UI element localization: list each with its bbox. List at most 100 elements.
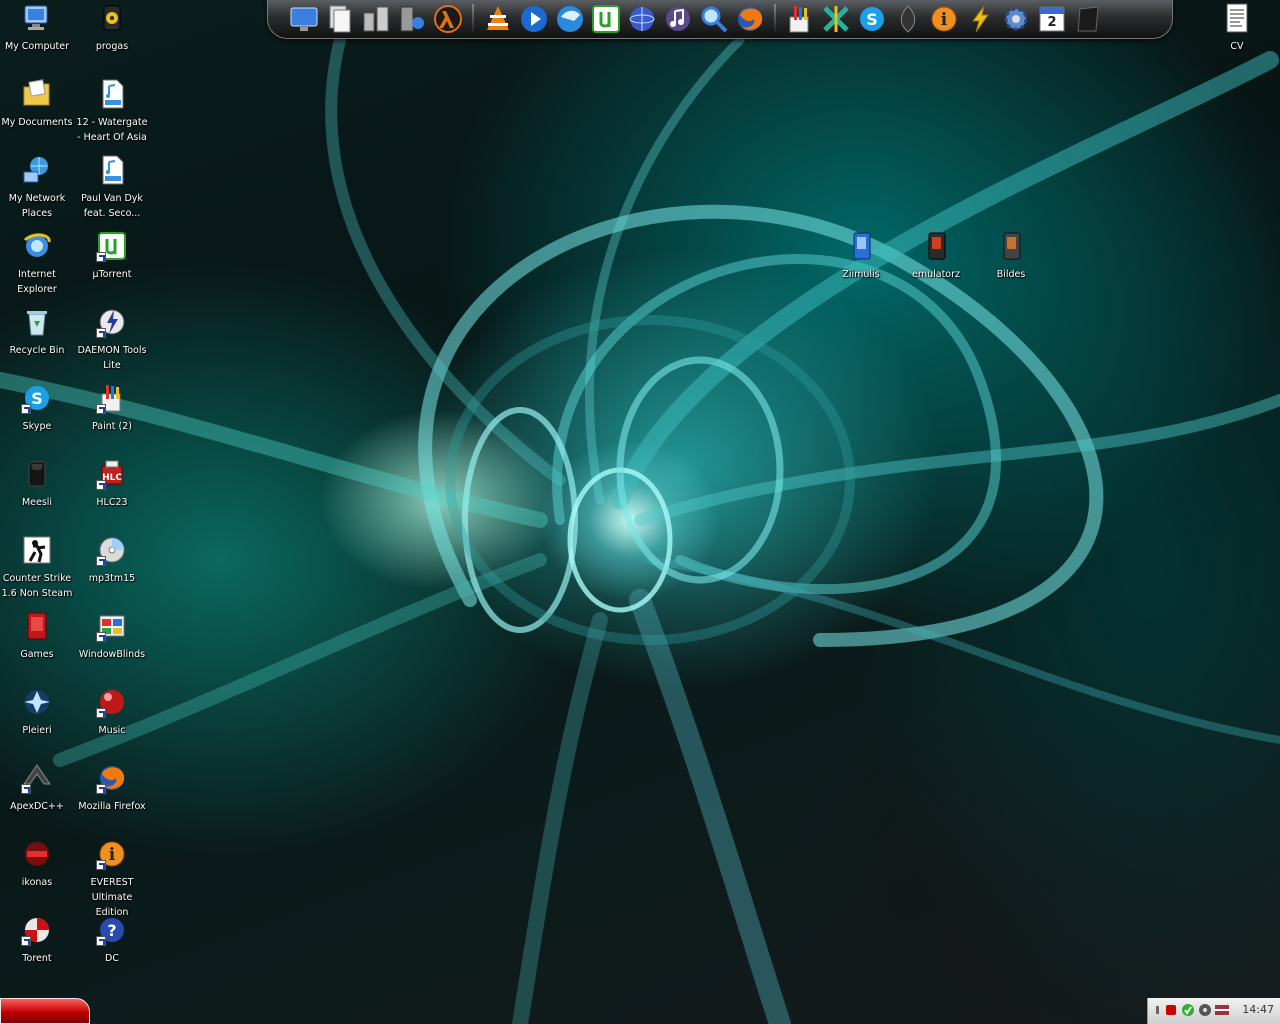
svg-text:i: i	[941, 10, 948, 30]
desktop-icon-apexdc[interactable]: ApexDC++	[0, 762, 75, 814]
desktop-icon-windowblinds[interactable]: WindowBlinds	[74, 610, 150, 662]
firefox-icon	[96, 762, 128, 794]
dock-item-network-share[interactable]	[396, 3, 428, 35]
svg-text:?: ?	[107, 921, 116, 940]
desktop-icon-emulatorz[interactable]: emulatorz	[898, 230, 974, 282]
desktop-icon-counter-strike[interactable]: Counter Strike 1.6 Non Steam	[0, 534, 75, 601]
folder-blue-icon	[845, 230, 877, 262]
desktop-icon-recycle-bin[interactable]: Recycle Bin	[0, 306, 75, 358]
desktop-icon-ikonas[interactable]: ikonas	[0, 838, 75, 890]
black-box-icon	[1072, 3, 1104, 35]
dock-item-lightning[interactable]	[964, 3, 996, 35]
desktop-icon-hlc[interactable]: HLC HLC23	[74, 458, 150, 510]
desktop-icon-bildes[interactable]: Bildes	[973, 230, 1049, 282]
desktop-icon-label: Meesli	[21, 497, 53, 508]
dock-item-skype[interactable]: S	[856, 3, 888, 35]
dock-item-tool-x[interactable]	[820, 3, 852, 35]
utorrent-icon	[96, 230, 128, 262]
tray-shield-icon[interactable]	[1164, 1003, 1178, 1017]
mp3-file-icon	[96, 154, 128, 186]
desktop-icon-label: progas	[95, 41, 129, 52]
desktop-icon-daemon-tools[interactable]: DAEMON Tools Lite	[74, 306, 150, 373]
computer-icon	[21, 2, 53, 34]
dock-item-quicktime[interactable]	[554, 3, 586, 35]
dock-item-tools[interactable]	[360, 3, 392, 35]
utorrent-icon	[590, 3, 622, 35]
desktop-icon-folder-documents[interactable]: My Documents	[0, 78, 75, 130]
desktop-icon-label: ApexDC++	[10, 801, 64, 812]
tray-check-icon[interactable]	[1181, 1003, 1195, 1017]
desktop-icon-cd[interactable]: mp3tm15	[74, 534, 150, 586]
desktop-icon-cv[interactable]: CV	[1199, 2, 1275, 54]
player-icon	[21, 686, 53, 718]
network-icon	[21, 154, 53, 186]
shortcut-arrow-icon	[96, 404, 106, 414]
desktop-icon-utorrent[interactable]: µTorrent	[74, 230, 150, 282]
desktop-icon-player[interactable]: Pleieri	[0, 686, 75, 738]
dock-item-vlc[interactable]	[482, 3, 514, 35]
shortcut-arrow-icon	[96, 860, 106, 870]
dock-item-documents[interactable]	[324, 3, 356, 35]
folder-grey-icon	[995, 230, 1027, 262]
documents-icon	[324, 3, 356, 35]
dock-item-settings[interactable]	[1000, 3, 1032, 35]
recycle-bin-icon	[21, 306, 53, 338]
dock-item-media-player[interactable]	[518, 3, 550, 35]
windowblinds-icon	[96, 610, 128, 642]
desktop-icon-label: Music	[98, 725, 126, 736]
desktop-icon-music-ball[interactable]: Music	[74, 686, 150, 738]
svg-text:S: S	[31, 389, 43, 408]
desktop-icon-skype[interactable]: S Skype	[0, 382, 75, 434]
ikonas-icon	[21, 838, 53, 870]
dock-bar: Si 2	[267, 0, 1173, 39]
music-ball-icon	[96, 686, 128, 718]
start-button[interactable]	[0, 998, 90, 1024]
desktop-icon-ziimulis[interactable]: Ziimulis	[823, 230, 899, 282]
dock-item-apex[interactable]	[892, 3, 924, 35]
cd-icon	[96, 534, 128, 566]
system-tray: 14:47	[1147, 998, 1280, 1024]
desktop-icon-paint[interactable]: Paint (2)	[74, 382, 150, 434]
shortcut-arrow-icon	[96, 784, 106, 794]
dock-item-utorrent[interactable]	[590, 3, 622, 35]
dock-item-firefox[interactable]	[734, 3, 766, 35]
mp3-file-icon	[96, 78, 128, 110]
document-icon	[1221, 2, 1253, 34]
desktop-icon-dc[interactable]: ? DC	[74, 914, 150, 966]
desktop-icon-everest[interactable]: i EVEREST Ultimate Edition	[74, 838, 150, 920]
desktop-icon-label: Pleieri	[22, 725, 52, 736]
dock-item-monitor[interactable]	[288, 3, 320, 35]
desktop-icon-label: Recycle Bin	[9, 345, 65, 356]
desktop-icon-black-box[interactable]: Meesli	[0, 458, 75, 510]
desktop-icon-biohazard-bin[interactable]: progas	[74, 2, 150, 54]
media-player-icon	[518, 3, 550, 35]
taskbar-clock[interactable]: 14:47	[1242, 1003, 1274, 1016]
tray-volume-icon[interactable]	[1198, 1003, 1212, 1017]
dock-item-search[interactable]	[698, 3, 730, 35]
desktop-icon-label: Paul Van Dyk feat. Seco...	[81, 193, 143, 219]
desktop-icon-mp3-file[interactable]: Paul Van Dyk feat. Seco...	[74, 154, 150, 221]
dock-item-info[interactable]: i	[928, 3, 960, 35]
desktop-icon-firefox[interactable]: Mozilla Firefox	[74, 762, 150, 814]
shortcut-arrow-icon	[21, 404, 31, 414]
desktop-icon-torent[interactable]: Torent	[0, 914, 75, 966]
network-share-icon	[396, 3, 428, 35]
desktop-icon-internet-explorer[interactable]: Internet Explorer	[0, 230, 75, 297]
dock-item-half-life[interactable]	[432, 3, 464, 35]
tray-language-flag-icon[interactable]	[1215, 1003, 1229, 1017]
desktop-icon-mp3-file[interactable]: 12 - Watergate - Heart Of Asia	[74, 78, 150, 145]
dc-icon: ?	[96, 914, 128, 946]
desktop-icon-games-folder[interactable]: Games	[0, 610, 75, 662]
dock-item-globe[interactable]	[626, 3, 658, 35]
dock-item-paint[interactable]	[784, 3, 816, 35]
svg-text:S: S	[866, 10, 878, 29]
desktop-icon-network[interactable]: My Network Places	[0, 154, 75, 221]
apexdc-icon	[21, 762, 53, 794]
desktop-icon-computer[interactable]: My Computer	[0, 2, 75, 54]
calendar-day: 2	[1047, 15, 1057, 30]
dock-item-music-note[interactable]	[662, 3, 694, 35]
desktop-icon-label: My Documents	[1, 117, 73, 128]
dock-item-black-box[interactable]	[1072, 3, 1104, 35]
dock-item-calendar[interactable]: 2	[1036, 3, 1068, 35]
svg-text:i: i	[109, 845, 116, 865]
